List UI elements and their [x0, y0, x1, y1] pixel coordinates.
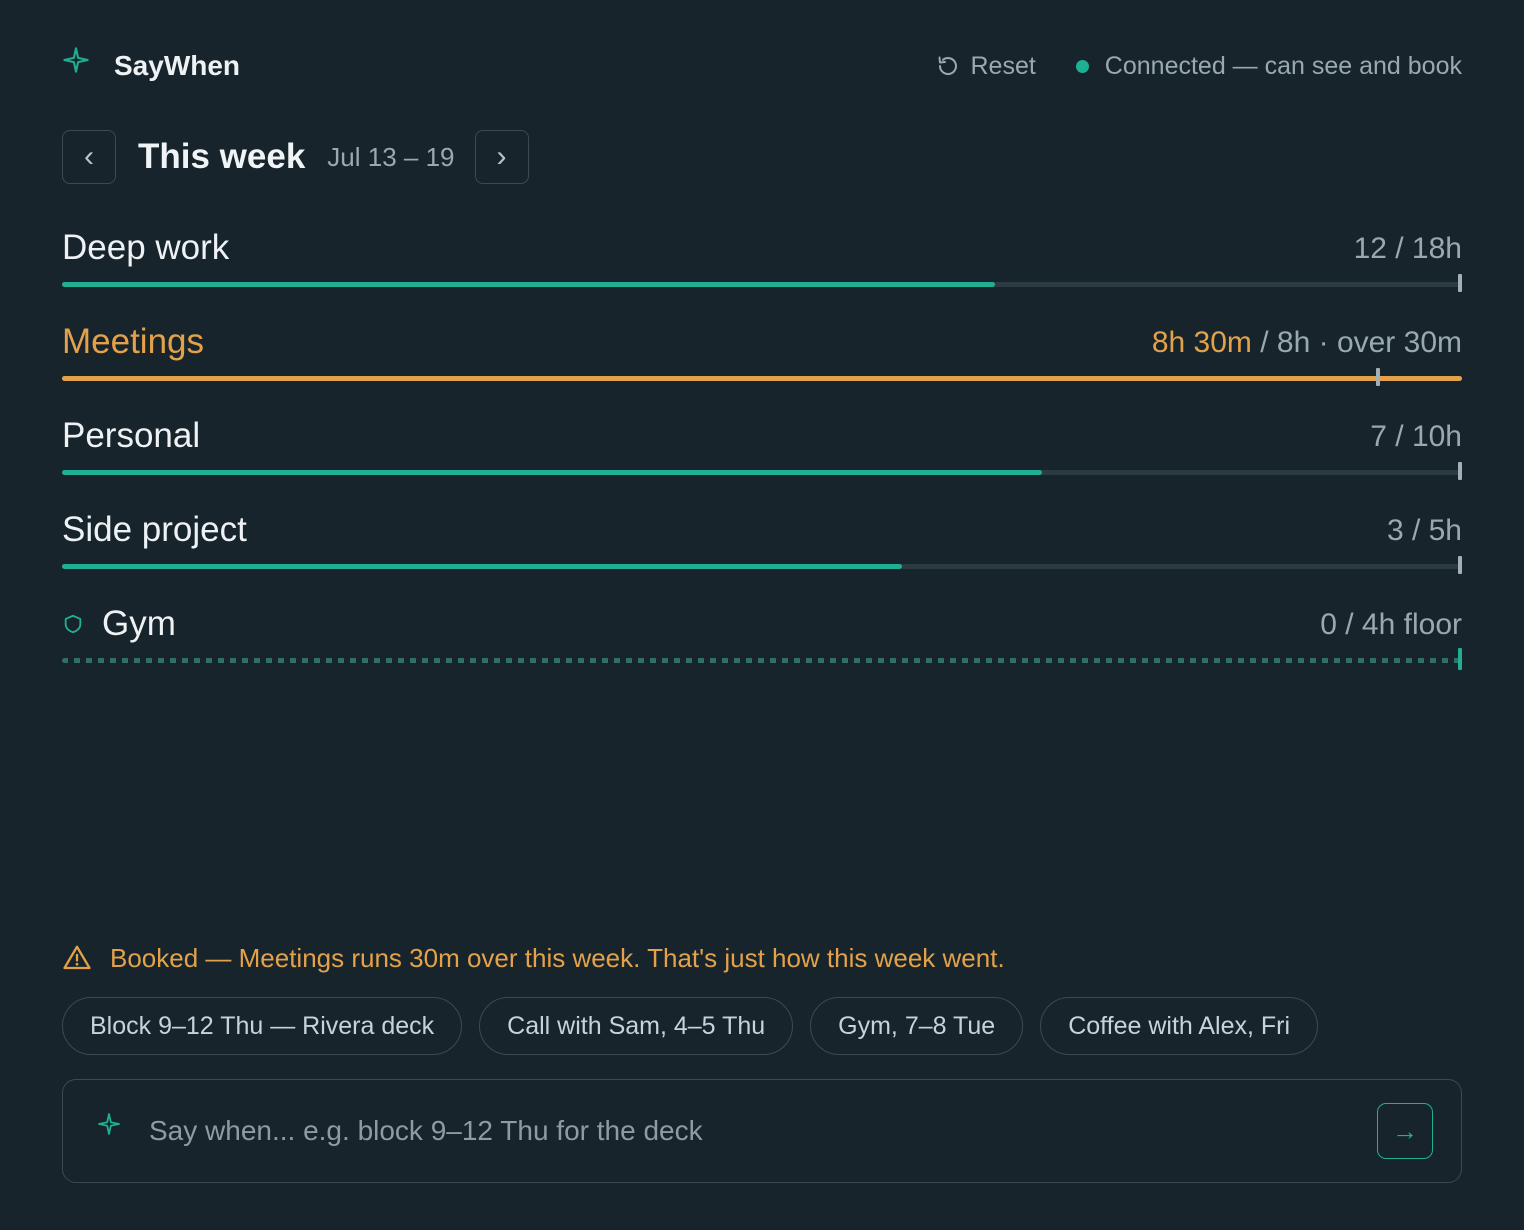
budget-over-value: 8h 30m	[1151, 326, 1252, 359]
send-button[interactable]: →	[1377, 1103, 1433, 1159]
budget-value: 0 / 4h floor	[1320, 608, 1462, 641]
reset-label: Reset	[970, 51, 1036, 80]
suggestion-chip[interactable]: Block 9–12 Thu — Rivera deck	[62, 997, 463, 1055]
budget-progress-track	[62, 368, 1462, 386]
budget-progress-fill	[62, 564, 902, 569]
budget-value: 12 / 18h	[1353, 232, 1462, 265]
budget-limit-marker	[1458, 462, 1462, 480]
budget-limit-marker	[1375, 368, 1380, 386]
budget-value: 3 / 5h	[1386, 514, 1462, 547]
budget-label-wrap: Gym	[62, 604, 176, 644]
suggestion-chip[interactable]: Call with Sam, 4–5 Thu	[479, 997, 794, 1055]
budget-progress-fill	[62, 376, 1462, 381]
budget-row-personal[interactable]: Personal 7 / 10h	[62, 414, 1462, 494]
budget-label: Personal	[62, 416, 201, 455]
booking-alert: Booked — Meetings runs 30m over this wee…	[62, 938, 1005, 978]
budget-value: 7 / 10h	[1370, 420, 1462, 453]
budget-row-deep-work[interactable]: Deep work 12 / 18h	[62, 226, 1462, 306]
budget-progress-track	[62, 462, 1462, 480]
budget-row-side-project[interactable]: Side project 3 / 5h	[62, 508, 1462, 588]
suggestion-chip[interactable]: Gym, 7–8 Tue	[810, 997, 1024, 1055]
prompt-bar: →	[62, 1079, 1462, 1183]
warning-icon	[63, 945, 91, 970]
budget-row-gym[interactable]: Gym 0 / 4h floor	[62, 602, 1462, 682]
budget-label: Deep work	[62, 228, 230, 267]
week-title: This week	[138, 137, 306, 176]
brand: SayWhen	[62, 44, 240, 88]
budget-label: Side project	[62, 510, 247, 549]
suggestion-chip[interactable]: Coffee with Alex, Fri	[1040, 997, 1319, 1055]
week-navigation: ‹ This week Jul 13 – 19 ›	[62, 129, 529, 185]
budget-row-meetings[interactable]: Meetings 8h 30m / 8h · over 30m	[62, 320, 1462, 400]
status-dot-icon	[1075, 59, 1089, 73]
budget-progress-track	[62, 648, 1462, 670]
reset-button[interactable]: Reset	[936, 51, 1036, 81]
budget-value-rest: / 8h · over 30m	[1251, 326, 1462, 359]
budget-progress-track	[62, 274, 1462, 292]
budget-progress-fill	[62, 470, 1042, 475]
budget-limit-marker	[1458, 556, 1462, 574]
week-range: Jul 13 – 19	[327, 141, 455, 172]
budget-progress-fill	[62, 282, 996, 287]
connection-status: Connected — can see and book	[1075, 51, 1462, 81]
previous-week-button[interactable]: ‹	[62, 130, 116, 184]
prompt-input[interactable]	[147, 1114, 1377, 1148]
app-root: SayWhen Reset Connected — can see and bo…	[0, 0, 1524, 1230]
budget-limit-marker	[1458, 274, 1462, 292]
suggestion-chips: Block 9–12 Thu — Rivera deck Call with S…	[62, 997, 1335, 1055]
budget-progress-track	[62, 556, 1462, 574]
sparkle-icon	[98, 1113, 120, 1135]
sparkle-icon	[63, 47, 89, 73]
budget-label: Meetings	[62, 322, 205, 361]
next-week-button[interactable]: ›	[474, 130, 529, 184]
reset-icon	[938, 56, 958, 75]
app-name: SayWhen	[114, 50, 241, 81]
status-text: Connected — can see and book	[1104, 51, 1462, 80]
header-actions: Reset Connected — can see and book	[936, 46, 1462, 86]
alert-text: Booked — Meetings runs 30m over this wee…	[110, 942, 1005, 973]
budget-label: Gym	[102, 604, 176, 643]
shield-icon	[64, 614, 82, 634]
budget-value: 8h 30m / 8h · over 30m	[1152, 326, 1462, 360]
budget-limit-marker	[1458, 648, 1462, 670]
